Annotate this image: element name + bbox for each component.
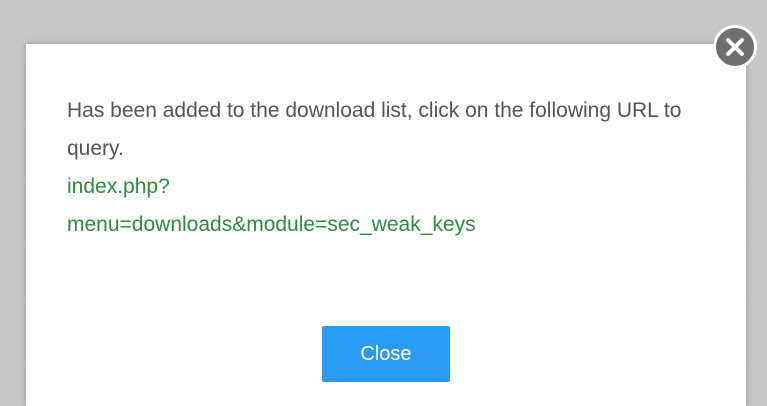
- download-url-link[interactable]: index.php? menu=downloads&module=sec_wea…: [67, 168, 727, 244]
- download-url-line1[interactable]: index.php?: [67, 175, 170, 198]
- screen: Has been added to the download list, cli…: [0, 0, 767, 406]
- download-url-line2[interactable]: menu=downloads&module=sec_weak_keys: [67, 213, 476, 236]
- dialog-message-text: Has been added to the download list, cli…: [67, 99, 682, 160]
- close-x-glyph: [726, 38, 744, 56]
- close-button[interactable]: Close: [322, 326, 450, 382]
- download-dialog: Has been added to the download list, cli…: [26, 44, 746, 406]
- dialog-message: Has been added to the download list, cli…: [67, 92, 727, 244]
- close-icon[interactable]: [713, 25, 757, 69]
